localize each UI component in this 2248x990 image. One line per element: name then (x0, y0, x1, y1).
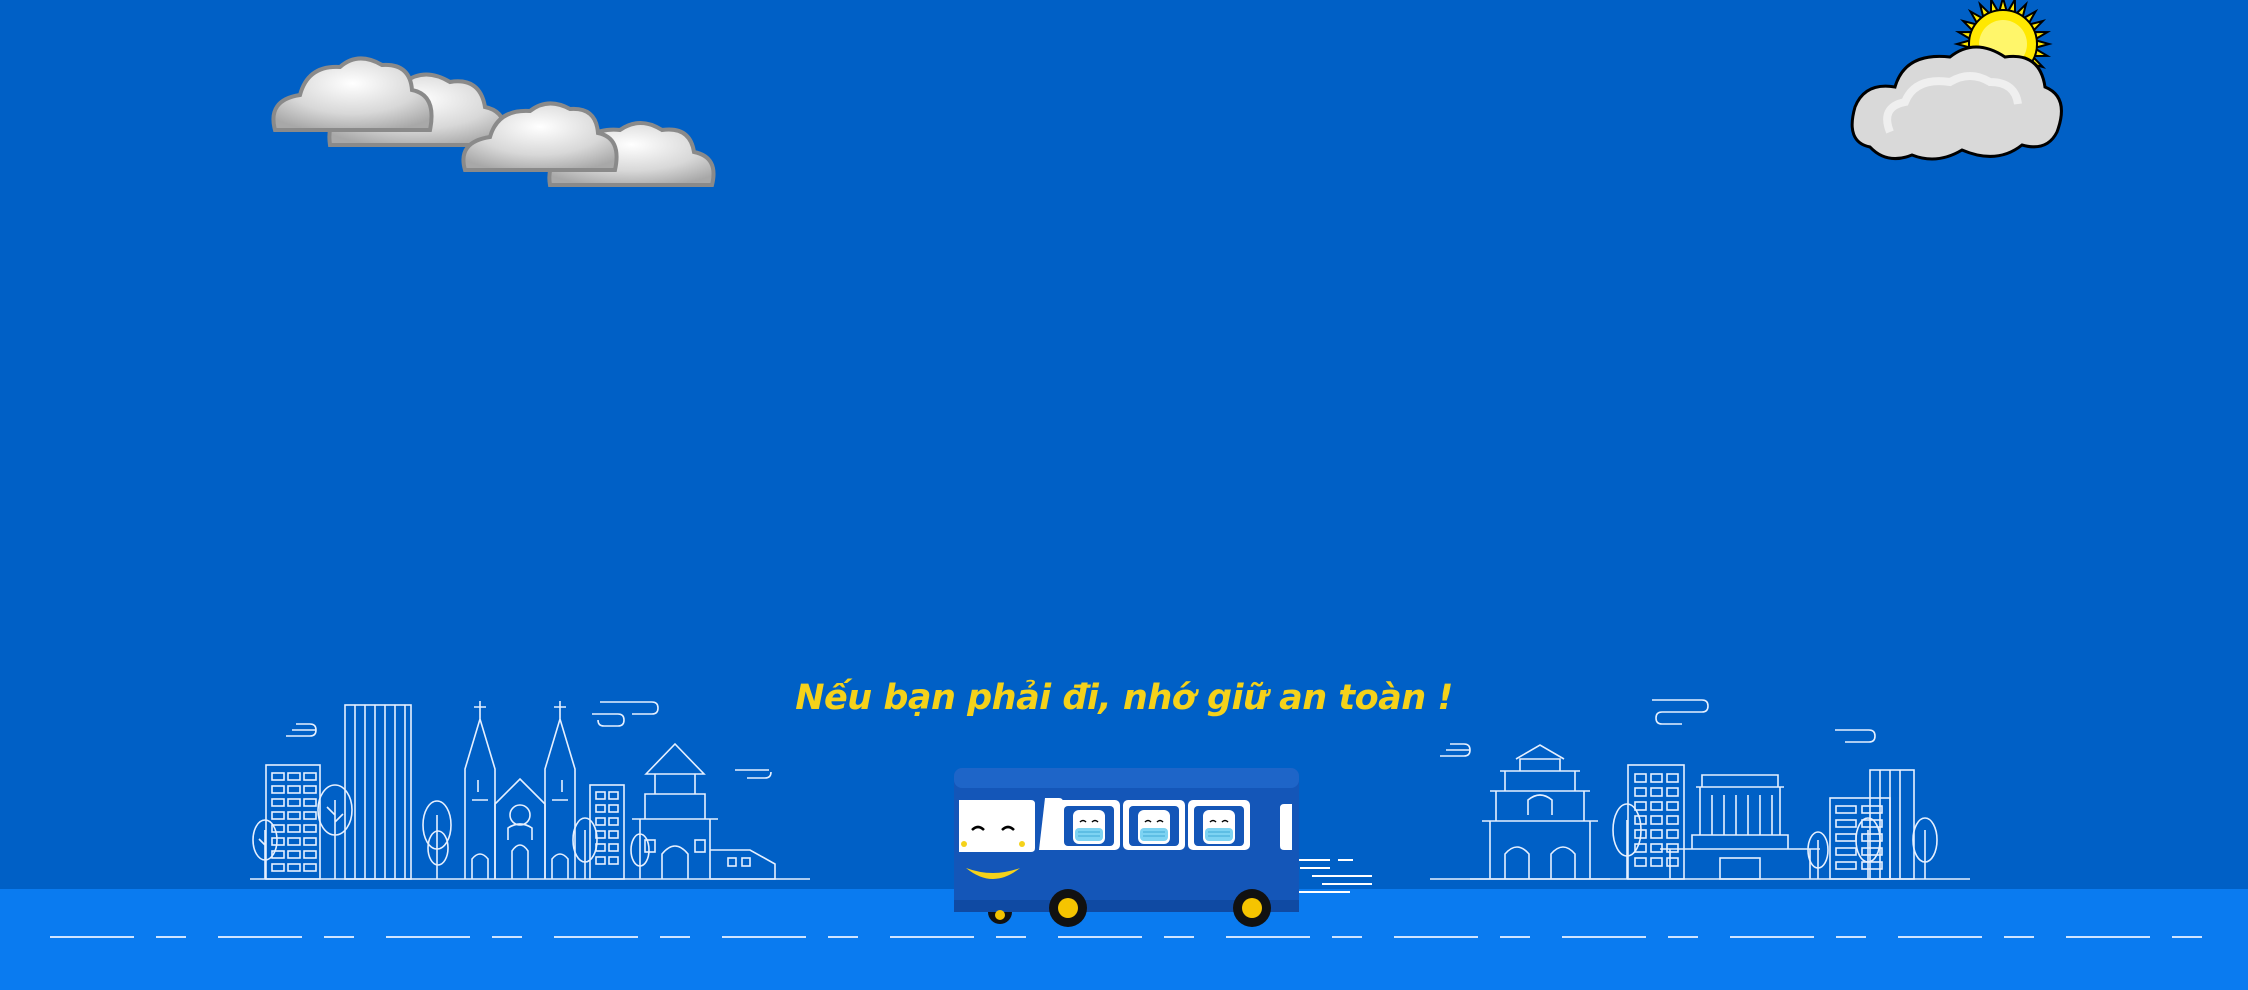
bus-wheel (1049, 889, 1087, 927)
city-skyline-left (250, 701, 810, 880)
cloud-icon (461, 101, 716, 187)
bus-icon (954, 768, 1372, 927)
scene: Nếu bạn phải đi, nhớ giữ an toàn ! (0, 0, 2248, 990)
bus-wheel (1233, 889, 1271, 927)
sun-behind-cloud-icon (1850, 0, 2063, 161)
tagline: Nếu bạn phải đi, nhớ giữ an toàn ! (795, 678, 1453, 718)
speed-lines (1290, 859, 1372, 893)
city-skyline-right (1430, 699, 1970, 880)
